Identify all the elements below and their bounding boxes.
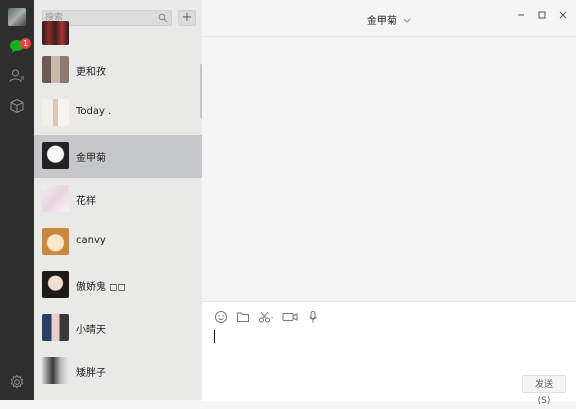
contacts-icon[interactable] — [9, 68, 25, 84]
message-composer: 发送(S) — [202, 301, 576, 406]
chat-list-item[interactable] — [34, 21, 202, 49]
chat-title-text: 金甲菊 — [366, 16, 397, 27]
message-input[interactable] — [212, 328, 566, 373]
chat-list-item-selected[interactable]: 金甲菊 — [34, 135, 202, 178]
contact-avatar — [42, 56, 69, 83]
close-icon[interactable] — [558, 10, 568, 20]
contact-avatar — [42, 142, 69, 169]
search-icon[interactable] — [158, 13, 168, 23]
navigation-rail: 1 — [0, 0, 34, 400]
send-button[interactable]: 发送(S) — [522, 375, 566, 406]
minimize-icon[interactable] — [516, 10, 526, 20]
contact-name: canvy — [76, 235, 106, 246]
contact-name: Today . — [76, 106, 112, 117]
contact-avatar — [42, 271, 69, 298]
contact-avatar — [42, 357, 69, 384]
settings-icon[interactable] — [9, 374, 25, 390]
chat-list-item[interactable]: 傲娇鬼 ◻◻ — [34, 264, 202, 307]
microphone-icon[interactable] — [306, 310, 320, 324]
video-call-icon[interactable] — [282, 310, 298, 324]
chat-list-item[interactable]: Today . — [34, 92, 202, 135]
contact-avatar — [42, 314, 69, 341]
contact-avatar — [42, 21, 69, 45]
text-caret — [214, 330, 215, 343]
add-chat-button[interactable]: + — [178, 10, 196, 26]
chat-list: 更和孜 Today . 金甲菊 花样 canvy 傲娇鬼 ◻◻ 小晴天 矮胖子 — [34, 21, 202, 393]
maximize-icon[interactable] — [537, 10, 547, 20]
contact-name: 傲娇鬼 ◻◻ — [76, 282, 126, 293]
contact-name: 金甲菊 — [76, 153, 106, 164]
unread-badge: 1 — [20, 38, 31, 49]
chat-list-item[interactable]: 花样 — [34, 178, 202, 221]
chat-header: 金甲菊 — [202, 0, 576, 37]
contact-avatar — [42, 99, 69, 126]
chat-window: 金甲菊 发送(S) — [202, 0, 576, 406]
favorites-cube-icon[interactable] — [9, 98, 25, 114]
chat-list-panel: + 更和孜 Today . 金甲菊 花样 canvy 傲娇鬼 ◻◻ — [34, 0, 202, 400]
folder-icon[interactable] — [236, 310, 250, 324]
screenshot-scissors-icon[interactable] — [258, 310, 274, 324]
user-avatar[interactable] — [8, 8, 26, 26]
contact-name: 矮胖子 — [76, 368, 106, 379]
contact-name: 花样 — [76, 196, 96, 207]
contact-avatar — [42, 185, 69, 212]
chevron-down-icon[interactable] — [403, 18, 411, 24]
chat-list-item[interactable]: 矮胖子 — [34, 350, 202, 393]
contact-name: 更和孜 — [76, 67, 106, 78]
contact-name: 小晴天 — [76, 325, 106, 336]
emoji-icon[interactable] — [214, 310, 228, 324]
chat-list-item[interactable]: 更和孜 — [34, 49, 202, 92]
message-area[interactable] — [202, 37, 576, 301]
contact-avatar — [42, 228, 69, 255]
chat-list-item[interactable]: canvy — [34, 221, 202, 264]
chat-list-item[interactable]: 小晴天 — [34, 307, 202, 350]
